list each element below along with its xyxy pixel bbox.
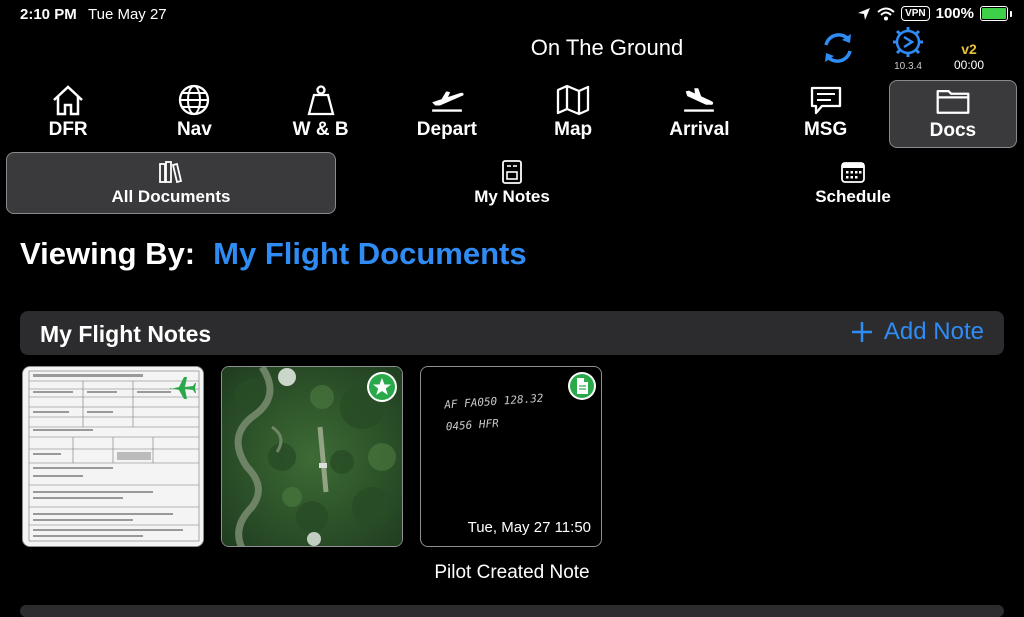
battery-percent: 100% [935,5,974,22]
nav-label: MSG [803,119,848,140]
timer-value: 00:00 [953,58,985,72]
nav-item-wb[interactable]: W & B [258,80,384,148]
app-version: 10.3.4 [894,61,922,72]
docs-subnav: All Documents My Notes Schedule [6,152,1018,214]
gear-icon [893,27,923,57]
takeoff-icon [432,91,464,112]
books-icon [159,160,183,183]
handwritten-note: AF FA050 128.32 0456 HFR [444,388,546,439]
nav-item-msg[interactable]: MSG [763,80,889,148]
flight-notes-header: My Flight Notes Add Note [20,311,1004,355]
notes-icon [502,159,522,184]
settings-button[interactable]: 10.3.4 [888,26,928,72]
status-time: 2:10 PM [20,6,77,23]
calendar-icon [841,161,865,183]
viewing-by: Viewing By: My Flight Documents [20,236,527,272]
status-date: Tue May 27 [88,6,167,23]
nav-label: Map [554,119,593,140]
sync-icon[interactable] [818,28,858,68]
favorite-badge [367,372,397,402]
v2-label: v2 [961,41,977,57]
nav-label: Nav [176,119,212,140]
nav-label: W & B [292,119,349,140]
battery-icon [980,6,1008,21]
folder-icon [936,89,970,114]
note-card-satellite-map[interactable] [221,366,403,547]
nav-item-depart[interactable]: Depart [384,80,510,148]
airplane-icon [170,377,196,399]
nav-label: Depart [416,119,477,140]
landing-icon [684,88,715,112]
add-note-button[interactable]: Add Note [850,318,984,346]
globe-icon [179,84,210,116]
timer-widget[interactable]: v2 00:00 [945,41,993,72]
next-section-bar [20,605,1004,617]
weight-icon [307,85,335,116]
viewing-label: Viewing By: [20,236,196,271]
nav-item-nav[interactable]: Nav [131,80,257,148]
nav-item-arrival[interactable]: Arrival [636,80,762,148]
home-icon [53,85,83,116]
tab-schedule[interactable]: Schedule [688,152,1018,214]
tab-label: All Documents [111,186,231,206]
viewing-filter-selector[interactable]: My Flight Documents [213,236,526,272]
nav-item-docs[interactable]: Docs [888,80,1017,148]
note-date: Tue, May 27 11:50 [467,519,591,536]
star-icon [369,374,395,400]
tab-my-notes[interactable]: My Notes [336,152,688,214]
page-title: On The Ground [530,35,684,60]
add-note-label: Add Note [883,318,984,345]
note-card-flight-form[interactable] [22,366,204,547]
tab-all-documents[interactable]: All Documents [6,152,336,214]
status-indicators: VPN 100% [857,5,1012,22]
message-icon [810,86,841,115]
tab-label: My Notes [474,186,550,206]
nav-label: Arrival [669,119,730,140]
map-icon [556,84,590,116]
location-arrow-icon [858,7,871,20]
wifi-icon [877,7,895,20]
main-nav: DFR Nav W & B Depart Map Arrival MSG Doc… [5,80,1017,148]
nav-item-map[interactable]: Map [510,80,636,148]
nav-item-dfr[interactable]: DFR [5,80,131,148]
nav-label: Docs [929,120,977,141]
note-caption: Pilot Created Note [434,562,590,583]
section-title: My Flight Notes [40,321,212,347]
vpn-badge: VPN [901,6,930,21]
tab-label: Schedule [815,186,891,206]
document-icon [568,372,596,400]
note-card-pilot-note[interactable]: AF FA050 128.32 0456 HFR Tue, May 27 11:… [420,366,602,547]
nav-label: DFR [48,119,88,140]
plus-icon [851,322,872,342]
